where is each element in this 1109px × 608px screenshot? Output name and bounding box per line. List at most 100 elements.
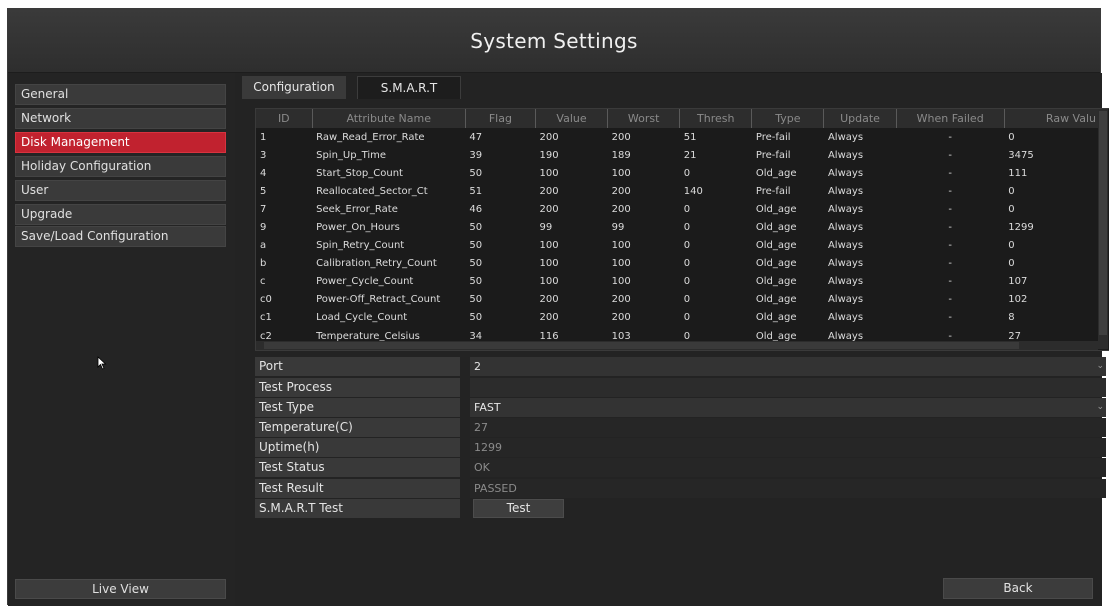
table-cell: Calibration_Retry_Count (316, 258, 437, 270)
back-button[interactable]: Back (943, 578, 1093, 599)
table-row[interactable]: c1 Load_Cycle_Count 50 200 200 0 Old_age Always… (256, 309, 1101, 327)
table-cell: Old_age (755, 312, 797, 324)
table-cell: 200 (539, 294, 559, 306)
table-row[interactable]: 1 Raw_Read_Error_Rate 47 200 200 51 Pre-fail Al… (256, 128, 1101, 146)
table-cell: 4 (260, 167, 267, 179)
table-cell: Power-Off_Retract_Count (316, 294, 441, 306)
table-cell: 200 (611, 294, 631, 306)
sidebar-item-network[interactable]: Network (15, 108, 226, 129)
table-cell: Spin_Up_Time (316, 149, 387, 161)
table-cell: Old_age (755, 240, 797, 252)
table-cell: 0 (683, 203, 691, 215)
table-cell: 3 (260, 149, 267, 161)
table-cell: Old_age (755, 203, 797, 215)
sidebar: General Network Disk Management Holiday … (8, 73, 235, 606)
column-header-id[interactable]: ID (256, 109, 313, 128)
test-button[interactable]: Test (473, 499, 564, 518)
table-cell: c1 (260, 312, 272, 324)
test-type-row: Test Type FAST ⌄ (255, 398, 1109, 417)
table-cell: 21 (683, 149, 697, 161)
table-cell: a (260, 240, 267, 252)
smart-test-label: S.M.A.R.T Test (255, 499, 460, 518)
table-cell: Old_age (755, 222, 797, 234)
column-header-update[interactable]: Update (823, 109, 897, 128)
sidebar-item-save-load-configuration[interactable]: Save/Load Configuration (15, 226, 226, 247)
live-view-button[interactable]: Live View (15, 579, 226, 599)
column-header-attribute-name[interactable]: Attribute Name (312, 109, 466, 128)
table-cell: Spin_Retry_Count (316, 240, 405, 252)
table-cell: Power_On_Hours (316, 222, 400, 234)
table-cell: 0 (683, 258, 691, 270)
table-cell: Power_Cycle_Count (316, 276, 414, 288)
horizontal-scrollbar-thumb[interactable] (264, 342, 1019, 349)
horizontal-scrollbar[interactable] (256, 341, 1098, 350)
port-select[interactable]: 2 ⌄ (470, 357, 1106, 376)
table-cell: Reallocated_Sector_Ct (316, 185, 428, 197)
table-row[interactable]: 3 Spin_Up_Time 39 190 189 21 Pre-fail Always - 34… (256, 146, 1101, 164)
table-row[interactable]: 7 Seek_Error_Rate 46 200 200 0 Old_age Always - 0 (256, 200, 1101, 218)
table-row[interactable]: 5 Reallocated_Sector_Ct 51 200 200 140 Pre-fai… (256, 182, 1101, 200)
table-header-row: ID Attribute Name Flag Value Worst Thres… (256, 109, 1102, 128)
temperature-row: Temperature(C) 27 (255, 418, 1109, 437)
table-cell: 0 (683, 294, 691, 306)
table-cell: 0 (1008, 258, 1015, 270)
temperature-label: Temperature(C) (255, 418, 460, 437)
table-cell: Always (827, 131, 864, 143)
table-row[interactable]: 9 Power_On_Hours 50 99 99 0 Old_age Always - 1299 (256, 218, 1101, 236)
table-cell: 0 (683, 276, 691, 288)
tab-smart[interactable]: S.M.A.R.T (357, 76, 461, 99)
table-cell: Always (827, 222, 864, 234)
sidebar-item-user[interactable]: User (15, 180, 226, 201)
table-cell: Old_age (755, 167, 797, 179)
test-result-row: Test Result PASSED (255, 479, 1109, 498)
table-cell: Always (827, 149, 864, 161)
vertical-scrollbar[interactable] (1098, 109, 1108, 349)
table-cell: 47 (469, 131, 483, 143)
table-cell: 51 (469, 185, 483, 197)
sidebar-item-disk-management[interactable]: Disk Management (15, 132, 226, 153)
table-row[interactable]: b Calibration_Retry_Count 50 100 100 0 Old_age… (256, 255, 1101, 273)
table-cell: - (948, 276, 952, 288)
column-header-value[interactable]: Value (535, 109, 609, 128)
table-cell: 50 (469, 167, 483, 179)
table-cell: 200 (611, 203, 631, 215)
column-header-thresh[interactable]: Thresh (679, 109, 753, 128)
table-cell: 200 (611, 185, 631, 197)
table-cell: 1 (260, 131, 267, 143)
table-cell: - (948, 240, 952, 252)
test-process-value (470, 378, 1106, 397)
sidebar-item-upgrade[interactable]: Upgrade (15, 204, 226, 225)
column-header-raw-value[interactable]: Raw Valu (1004, 109, 1102, 128)
table-cell: 50 (469, 312, 483, 324)
uptime-value: 1299 (470, 438, 1106, 457)
table-row[interactable]: c0 Power-Off_Retract_Count 50 200 200 0 Old_ag… (256, 291, 1101, 309)
table-row[interactable]: c Power_Cycle_Count 50 100 100 0 Old_age Always… (256, 273, 1101, 291)
sidebar-item-general[interactable]: General (15, 84, 226, 105)
table-cell: Always (827, 185, 864, 197)
column-header-worst[interactable]: Worst (607, 109, 681, 128)
table-cell: 50 (469, 276, 483, 288)
table-cell: - (948, 185, 952, 197)
table-cell: 200 (539, 131, 559, 143)
test-type-select[interactable]: FAST ⌄ (470, 398, 1106, 417)
table-row[interactable]: a Spin_Retry_Count 50 100 100 0 Old_age Always -… (256, 237, 1101, 255)
column-header-when-failed[interactable]: When Failed (896, 109, 1005, 128)
vertical-scrollbar-thumb[interactable] (1099, 111, 1107, 335)
chevron-down-icon: ⌄ (1096, 361, 1104, 371)
uptime-row: Uptime(h) 1299 (255, 438, 1109, 457)
table-cell: Old_age (755, 258, 797, 270)
sidebar-item-holiday-configuration[interactable]: Holiday Configuration (15, 156, 226, 177)
table-cell: 200 (611, 312, 631, 324)
tab-configuration[interactable]: Configuration (242, 76, 346, 99)
table-cell: Pre-fail (755, 131, 791, 143)
table-cell: 100 (611, 276, 631, 288)
table-cell: Always (827, 258, 864, 270)
test-result-label: Test Result (255, 479, 460, 498)
table-cell: - (948, 222, 952, 234)
table-row[interactable]: 4 Start_Stop_Count 50 100 100 0 Old_age Always -… (256, 164, 1101, 182)
table-cell: 0 (683, 240, 691, 252)
table-cell: 140 (683, 185, 703, 197)
column-header-flag[interactable]: Flag (465, 109, 536, 128)
column-header-type[interactable]: Type (751, 109, 825, 128)
table-cell: 200 (539, 185, 559, 197)
